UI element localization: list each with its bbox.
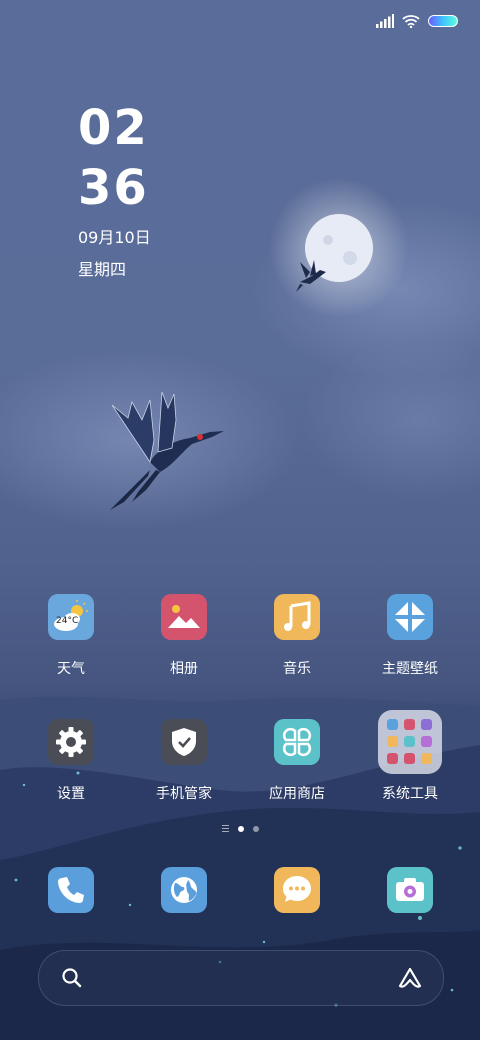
clock-widget[interactable]: 02 36 09月10日 星期四 [78,98,151,282]
themes-icon [387,594,433,640]
phone-icon [48,867,94,913]
music-icon [274,594,320,640]
page-list-icon [221,825,229,832]
dock-browser[interactable] [134,867,234,913]
app-label: 主题壁纸 [382,661,438,677]
clock-date: 09月10日 [78,228,151,247]
app-store-icon [274,719,320,765]
dock-messages[interactable] [247,867,347,913]
app-settings[interactable]: 设置 [21,719,121,803]
page-dot-active [237,825,244,832]
app-label: 系统工具 [382,786,438,802]
clock-minute: 36 [78,160,149,216]
settings-icon [48,719,94,765]
app-label: 天气 [57,661,85,677]
battery-icon [428,15,458,27]
search-bar[interactable] [38,950,444,1006]
page-indicator[interactable] [0,825,480,832]
app-security[interactable]: 手机管家 [134,719,234,803]
weather-temp: 24°C [56,616,79,626]
app-label: 音乐 [283,661,311,677]
folder-system-tools[interactable]: 系统工具 [360,710,460,803]
app-label: 相册 [170,661,198,677]
camera-icon [387,867,433,913]
signal-icon [376,14,394,28]
security-icon [161,719,207,765]
page-dot [252,825,259,832]
status-bar [376,12,458,30]
app-gallery[interactable]: 相册 [134,594,234,678]
app-weather[interactable]: 24°C 天气 [21,594,121,678]
app-label: 手机管家 [156,786,212,802]
moon [269,178,409,318]
clock-hour: 02 [78,100,149,156]
messages-icon [274,867,320,913]
wifi-icon [402,15,420,28]
app-store[interactable]: 应用商店 [247,719,347,803]
dock-phone[interactable] [21,867,121,913]
weather-icon: 24°C [48,594,94,640]
search-icon[interactable] [61,967,83,989]
dock-camera[interactable] [360,867,460,913]
app-music[interactable]: 音乐 [247,594,347,678]
gallery-icon [161,594,207,640]
app-label: 应用商店 [269,786,325,802]
folder-icon [378,710,442,774]
browser-icon [161,867,207,913]
assistant-icon[interactable] [397,966,423,990]
clock-weekday: 星期四 [78,260,127,279]
app-label: 设置 [57,786,85,802]
app-themes[interactable]: 主题壁纸 [360,594,460,678]
